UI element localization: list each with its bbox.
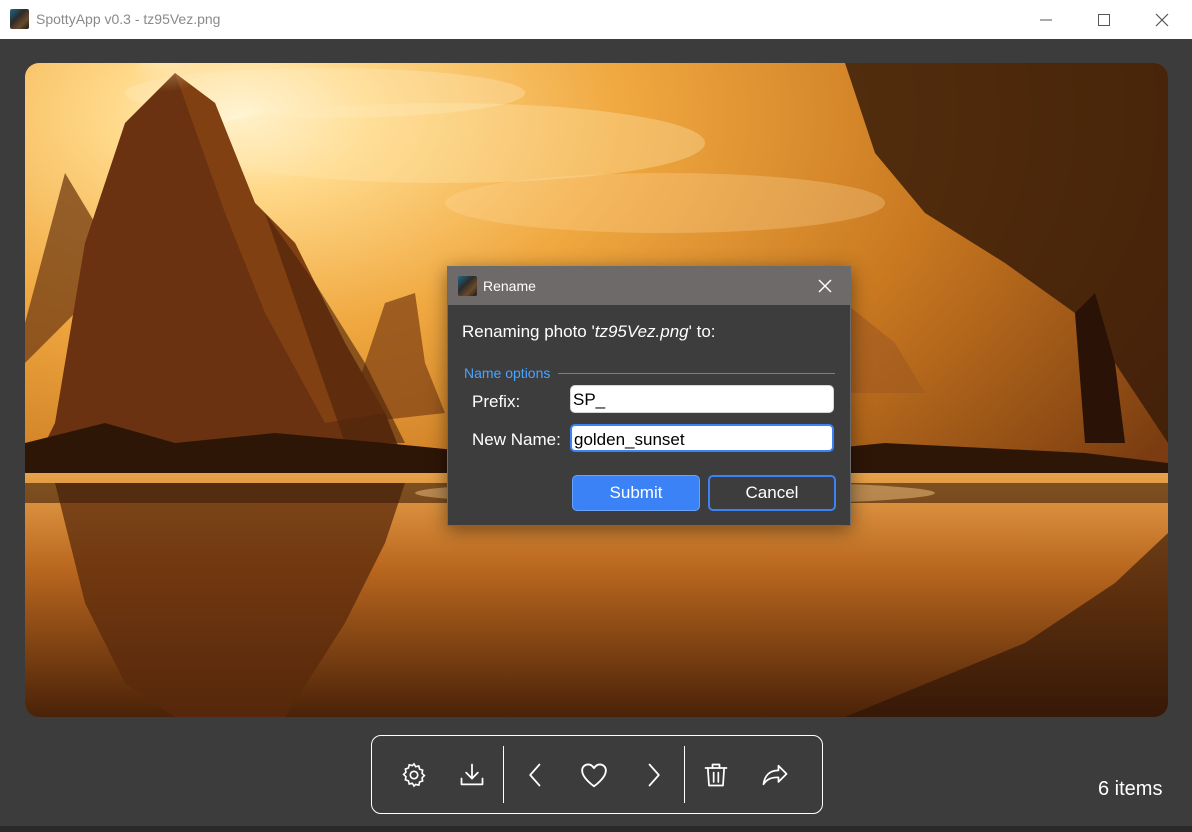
next-button[interactable] xyxy=(635,757,671,793)
items-count: 6 items xyxy=(1098,778,1163,800)
delete-button[interactable] xyxy=(698,757,734,793)
window-titlebar[interactable]: SpottyApp v0.3 - tz95Vez.png xyxy=(0,0,1192,39)
settings-button[interactable] xyxy=(396,757,432,793)
toolbar-separator xyxy=(503,746,504,803)
prompt-prefix: Renaming photo ' xyxy=(462,322,595,341)
submit-button[interactable]: Submit xyxy=(572,475,700,511)
close-icon xyxy=(818,279,832,293)
heart-icon xyxy=(581,763,607,788)
trash-icon xyxy=(704,763,728,787)
close-icon xyxy=(1155,13,1169,26)
download-icon xyxy=(460,763,484,786)
dialog-title: Rename xyxy=(483,278,536,294)
name-options-legend: Name options xyxy=(464,365,551,381)
dialog-titlebar[interactable]: Rename xyxy=(448,267,850,305)
dialog-close-button[interactable] xyxy=(814,275,836,297)
app-window: SpottyApp v0.3 - tz95Vez.png Rename Rena… xyxy=(0,0,1192,832)
chevron-right-icon xyxy=(648,763,660,787)
maximize-icon xyxy=(1098,13,1110,26)
toolbar-separator xyxy=(684,746,685,803)
rename-dialog: Rename Renaming photo 'tz95Vez.png' to: … xyxy=(447,266,851,526)
group-divider xyxy=(558,373,835,374)
new-name-label: New Name: xyxy=(472,430,561,449)
window-title: SpottyApp v0.3 - tz95Vez.png xyxy=(36,11,221,27)
maximize-button[interactable] xyxy=(1075,0,1133,39)
close-window-button[interactable] xyxy=(1133,0,1191,39)
rename-prompt: Renaming photo 'tz95Vez.png' to: xyxy=(462,322,716,342)
app-icon xyxy=(10,9,29,29)
photo-toolbar xyxy=(371,735,823,814)
previous-button[interactable] xyxy=(518,757,554,793)
download-button[interactable] xyxy=(454,757,490,793)
share-button[interactable] xyxy=(757,757,793,793)
minimize-button[interactable] xyxy=(1017,0,1075,39)
chevron-left-icon xyxy=(529,763,541,787)
prefix-label: Prefix: xyxy=(472,392,521,411)
new-name-input[interactable]: golden_sunset xyxy=(570,424,834,452)
gear-icon xyxy=(402,762,426,788)
prefix-input[interactable]: SP_ xyxy=(570,385,834,413)
app-icon xyxy=(458,276,477,296)
prompt-filename: tz95Vez.png xyxy=(594,322,689,341)
favorite-button[interactable] xyxy=(576,757,612,793)
cancel-button[interactable]: Cancel xyxy=(708,475,836,511)
share-icon xyxy=(762,764,788,786)
prompt-suffix: ' to: xyxy=(688,322,716,341)
minimize-icon xyxy=(1040,19,1052,20)
bottom-strip xyxy=(0,826,1192,832)
